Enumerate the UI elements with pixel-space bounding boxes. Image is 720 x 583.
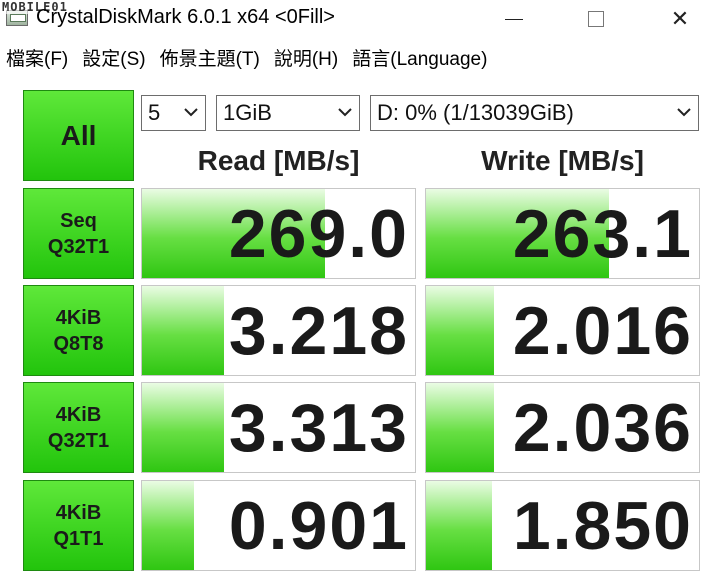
write-result-value: 263.1	[512, 195, 693, 272]
read-result-cell: 269.0	[141, 188, 416, 279]
menu-file[interactable]: 檔案(F)	[0, 44, 76, 71]
read-result-cell: 3.218	[141, 285, 416, 376]
test-label-line1: 4KiB	[55, 306, 102, 329]
write-result-cell: 263.1	[425, 188, 700, 279]
test-count-value: 5	[148, 100, 161, 125]
4kib-q32t1-button[interactable]: 4KiB Q32T1	[23, 382, 134, 473]
menu-bar: 檔案(F) 設定(S) 佈景主題(T) 說明(H) 語言(Language)	[0, 40, 720, 74]
chevron-down-icon	[184, 108, 198, 117]
write-result-value: 2.016	[512, 292, 693, 369]
read-result-cell: 0.901	[141, 480, 416, 571]
test-size-value: 1GiB	[223, 100, 272, 125]
read-result-value: 0.901	[228, 487, 409, 564]
write-result-cell: 2.036	[425, 382, 700, 473]
chevron-down-icon	[677, 108, 691, 117]
4kib-q8t8-button[interactable]: 4KiB Q8T8	[23, 285, 134, 376]
test-label-line2: Q32T1	[47, 235, 110, 258]
write-result-value: 2.036	[512, 389, 693, 466]
read-result-value: 269.0	[228, 195, 409, 272]
read-result-value: 3.313	[228, 389, 409, 466]
menu-help[interactable]: 說明(H)	[268, 44, 346, 71]
test-size-select[interactable]: 1GiB	[216, 95, 360, 131]
maximize-button[interactable]	[566, 0, 626, 38]
read-result-value: 3.218	[228, 292, 409, 369]
test-label-line2: Q32T1	[47, 429, 110, 452]
read-result-cell: 3.313	[141, 382, 416, 473]
write-result-cell: 2.016	[425, 285, 700, 376]
menu-theme[interactable]: 佈景主題(T)	[154, 44, 268, 71]
window-title: CrystalDiskMark 6.0.1 x64 <0Fill>	[36, 6, 335, 28]
test-label-line1: 4KiB	[55, 501, 102, 524]
seq-q32t1-button[interactable]: Seq Q32T1	[23, 188, 134, 279]
chevron-down-icon	[338, 108, 352, 117]
test-label-line2: Q8T8	[53, 332, 104, 355]
4kib-q1t1-button[interactable]: 4KiB Q1T1	[23, 480, 134, 571]
test-label-line2: Q1T1	[53, 527, 104, 550]
drive-select[interactable]: D: 0% (1/13039GiB)	[370, 95, 699, 131]
menu-settings[interactable]: 設定(S)	[76, 44, 153, 71]
minimize-icon	[505, 18, 523, 20]
read-column-header: Read [MB/s]	[197, 145, 360, 176]
test-count-select[interactable]: 5	[141, 95, 206, 131]
title-bar: MOBILE01 CrystalDiskMark 6.0.1 x64 <0Fil…	[0, 0, 720, 38]
maximize-icon	[588, 11, 604, 27]
close-icon: ✕	[670, 6, 690, 31]
close-button[interactable]: ✕	[650, 0, 710, 38]
test-label-line1: Seq	[60, 209, 97, 232]
write-column-header: Write [MB/s]	[481, 145, 644, 176]
drive-value: D: 0% (1/13039GiB)	[377, 100, 574, 125]
menu-language[interactable]: 語言(Language)	[346, 44, 495, 71]
test-label-line1: 4KiB	[55, 403, 102, 426]
minimize-button[interactable]	[484, 0, 544, 38]
write-result-value: 1.850	[512, 487, 693, 564]
run-all-button[interactable]: All	[23, 90, 134, 181]
write-result-cell: 1.850	[425, 480, 700, 571]
